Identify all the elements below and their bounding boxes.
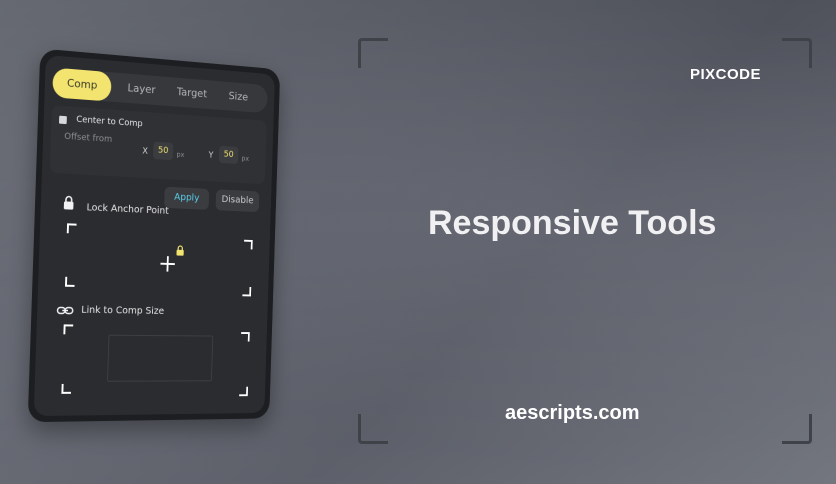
apply-button[interactable]: Apply [164,186,210,210]
brand-logo: PIXCODE [690,66,762,83]
x-unit-label: px [176,150,185,159]
comp-size-preview [107,334,214,382]
offset-section: Center to Comp Offset from X 50 px Y 50 … [49,105,267,185]
anchor-area-corner-br [242,286,252,297]
x-axis-label: X [142,146,149,157]
center-to-comp-checkbox[interactable] [58,115,67,125]
center-to-comp-label: Center to Comp [76,114,143,130]
anchor-area-corner-bl [64,276,75,287]
tab-layer[interactable]: Layer [118,73,165,106]
y-offset-input[interactable]: 50 [218,145,239,164]
size-area-corner-bl [61,383,72,394]
frame-corner-top-right [782,38,812,68]
panel-device: Comp Layer Target Size Center to Comp Of… [27,48,281,423]
anchor-point-plus-icon[interactable] [158,254,177,274]
y-unit-label: px [241,154,250,163]
lock-icon [62,195,76,210]
responsive-tools-panel: Comp Layer Target Size Center to Comp Of… [33,54,276,417]
size-area-corner-tl [63,324,74,335]
website-link[interactable]: aescripts.com [505,402,640,425]
anchor-area-corner-tl [66,223,77,234]
anchor-lock-icon [175,245,185,256]
size-area-corner-tr [240,332,250,342]
anchor-area-corner-tr [243,239,253,250]
frame-corner-bottom-right [782,414,812,444]
x-offset-input[interactable]: 50 [152,141,174,161]
link-icon [56,304,74,316]
tab-size[interactable]: Size [221,81,256,112]
headline: Responsive Tools [428,204,717,242]
disable-button[interactable]: Disable [215,189,260,213]
tab-target[interactable]: Target [166,77,218,110]
size-area-corner-br [239,386,249,397]
offset-from-label: Offset from [64,131,113,145]
link-to-comp-size-label: Link to Comp Size [81,304,165,317]
tab-bar: Comp Layer Target Size [52,67,268,114]
frame-corner-bottom-left [358,414,388,444]
y-axis-label: Y [208,150,214,161]
lock-anchor-point-label: Lock Anchor Point [86,202,169,217]
frame-corner-top-left [358,38,388,68]
tab-comp[interactable]: Comp [52,67,112,102]
